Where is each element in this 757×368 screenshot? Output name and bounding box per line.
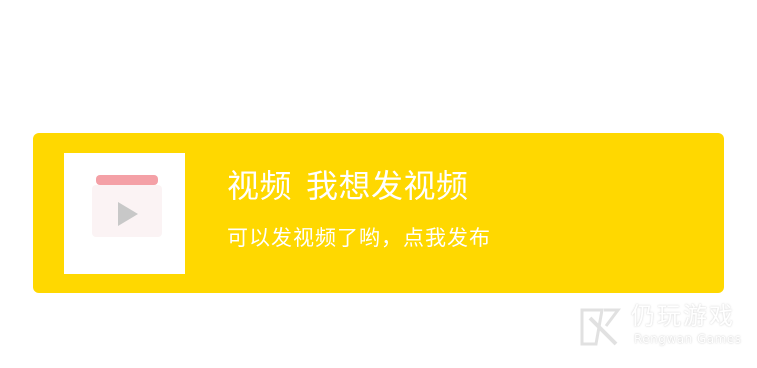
video-thumbnail	[64, 153, 185, 274]
card-text: 视频 我想发视频 可以发视频了哟，点我发布	[227, 166, 491, 252]
screen: 视频 我想发视频 可以发视频了哟，点我发布 仍玩游戏 Rengwan Games	[0, 0, 757, 368]
card-title-sub: 我想发视频	[306, 167, 469, 205]
card-subtitle: 可以发视频了哟，点我发布	[227, 226, 491, 250]
watermark-name-cn: 仍玩游戏	[631, 302, 735, 330]
rengwan-logo-icon	[580, 308, 621, 346]
watermark: 仍玩游戏 Rengwan Games	[576, 302, 746, 352]
post-video-card[interactable]: 视频 我想发视频 可以发视频了哟，点我发布	[33, 133, 724, 293]
card-title: 视频 我想发视频	[227, 166, 491, 206]
watermark-name-en: Rengwan Games	[634, 332, 742, 346]
card-title-main: 视频	[227, 167, 293, 205]
video-play-icon	[64, 153, 185, 274]
